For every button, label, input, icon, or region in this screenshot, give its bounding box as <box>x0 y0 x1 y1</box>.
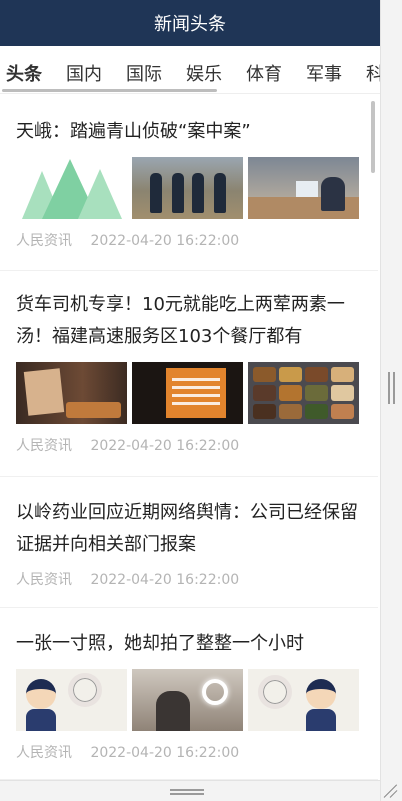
news-time: 2022-04-20 16:22:00 <box>90 745 240 761</box>
app-header: 新闻头条 <box>0 0 380 46</box>
news-title[interactable]: 以岭药业回应近期网络舆情：公司已经保留证据并向相关部门报案 <box>16 497 362 561</box>
news-time: 2022-04-20 16:22:00 <box>90 438 240 454</box>
news-source: 人民资讯 <box>16 438 72 454</box>
news-meta: 人民资讯 2022-04-20 16:22:00 <box>16 230 239 250</box>
side-panel-rail <box>380 0 402 801</box>
news-meta: 人民资讯 2022-04-20 16:22:00 <box>16 569 239 589</box>
horizontal-resize-handle[interactable] <box>170 789 204 795</box>
news-meta: 人民资讯 2022-04-20 16:22:00 <box>16 742 239 762</box>
news-item[interactable]: 货车司机专享！10元就能吃上两荤两素一汤！福建高速服务区103个餐厅都有 人民资… <box>0 271 378 477</box>
tab-entertainment[interactable]: 娱乐 <box>186 60 222 86</box>
feed-scrollbar[interactable] <box>371 101 375 173</box>
news-images <box>16 669 359 731</box>
photo-session-image <box>132 669 243 731</box>
news-source: 人民资讯 <box>16 745 72 761</box>
food-trays-image <box>248 362 359 424</box>
news-title[interactable]: 天峨：踏遍青山侦破“案中案” <box>16 116 362 148</box>
news-title[interactable]: 货车司机专享！10元就能吃上两荤两素一汤！福建高速服务区103个餐厅都有 <box>16 289 362 353</box>
news-feed[interactable]: 天峨：踏遍青山侦破“案中案” 人民资讯 2022-04-20 16:22:00 <box>0 94 378 780</box>
news-images <box>16 362 359 424</box>
police-group-image <box>132 157 243 219</box>
news-source: 人民资讯 <box>16 233 72 249</box>
category-tabs: 头条 国内 国际 娱乐 体育 军事 科技 <box>0 46 380 94</box>
news-time: 2022-04-20 16:22:00 <box>90 233 240 249</box>
tab-sports[interactable]: 体育 <box>246 60 282 86</box>
tab-domestic[interactable]: 国内 <box>66 60 102 86</box>
tree-logo-image <box>16 157 127 219</box>
news-meta: 人民资讯 2022-04-20 16:22:00 <box>16 435 239 455</box>
cartoon-photo-image <box>16 669 127 731</box>
news-item[interactable]: 天峨：踏遍青山侦破“案中案” 人民资讯 2022-04-20 16:22:00 <box>0 94 378 271</box>
resize-corner-icon[interactable] <box>383 784 398 798</box>
tab-headlines[interactable]: 头条 <box>6 60 42 86</box>
news-item[interactable]: 一张一寸照，她却拍了整整一个小时 人民资讯 2022-04-20 16:22:0… <box>0 608 378 780</box>
tab-technology[interactable]: 科技 <box>366 60 380 86</box>
menu-sign-image <box>16 362 127 424</box>
page-title: 新闻头条 <box>154 14 226 35</box>
bottom-panel-rail <box>0 780 380 801</box>
cartoon-ring-light-image <box>248 669 359 731</box>
office-interview-image <box>248 157 359 219</box>
news-item[interactable]: 以岭药业回应近期网络舆情：公司已经保留证据并向相关部门报案 人民资讯 2022-… <box>0 477 378 608</box>
active-tab-indicator <box>2 89 217 92</box>
tab-military[interactable]: 军事 <box>306 60 342 86</box>
news-images <box>16 157 359 219</box>
price-board-image <box>132 362 243 424</box>
news-title[interactable]: 一张一寸照，她却拍了整整一个小时 <box>16 628 362 660</box>
news-time: 2022-04-20 16:22:00 <box>90 572 240 588</box>
vertical-resize-handle[interactable] <box>387 372 396 404</box>
tab-international[interactable]: 国际 <box>126 60 162 86</box>
news-source: 人民资讯 <box>16 572 72 588</box>
